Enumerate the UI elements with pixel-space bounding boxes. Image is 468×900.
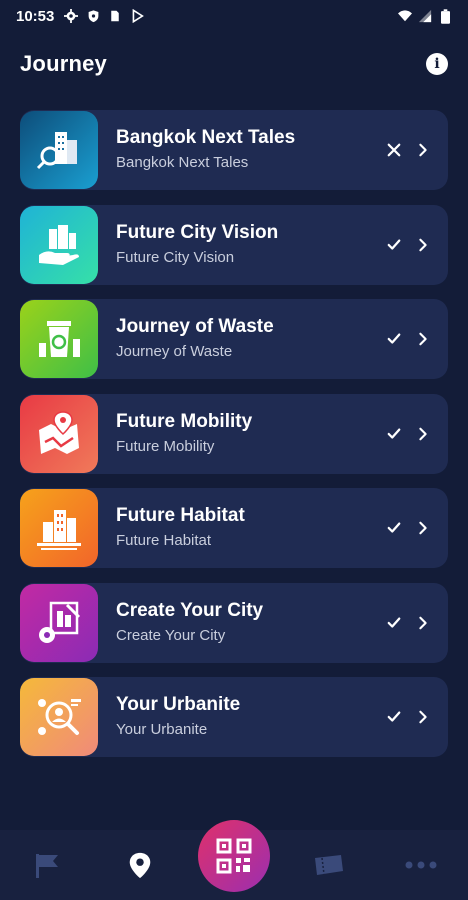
journey-card-bangkok-next-tales[interactable]: Bangkok Next Tales Bangkok Next Tales: [20, 110, 448, 190]
check-icon: [384, 613, 404, 633]
nav-ticket[interactable]: [298, 835, 358, 895]
play-store-icon: [130, 9, 144, 23]
create-your-city-thumbnail: [20, 583, 98, 662]
close-icon: [384, 140, 404, 160]
journey-list: Bangkok Next Tales Bangkok Next Tales Fu…: [20, 110, 448, 772]
journey-subtitle: Future City Vision: [116, 248, 235, 266]
qr-scan-button[interactable]: [198, 820, 270, 892]
journey-subtitle: Future Mobility: [116, 437, 215, 455]
city-gear-icon: [39, 601, 81, 643]
chevron-right-icon: [414, 236, 432, 254]
status-time: 10:53: [16, 7, 55, 25]
check-icon: [384, 424, 404, 444]
journey-card-future-mobility[interactable]: Future Mobility Future Mobility: [20, 393, 448, 474]
check-icon: [384, 707, 404, 727]
recycle-bin-icon: [39, 321, 80, 357]
signal-icon: [418, 9, 432, 23]
journey-subtitle: Create Your City: [116, 626, 226, 644]
journey-title: Future Habitat: [116, 505, 245, 526]
person-search-icon: [38, 699, 81, 735]
journey-title: Create Your City: [116, 599, 264, 621]
more-icon: [405, 861, 437, 869]
ticket-icon: [314, 855, 343, 875]
qr-code-icon: [216, 838, 252, 874]
journey-title: Future City Vision: [116, 221, 279, 243]
journey-of-waste-thumbnail: [20, 300, 98, 378]
hand-city-icon: [39, 224, 79, 265]
nav-more[interactable]: [391, 835, 451, 895]
journey-subtitle: Your Urbanite: [116, 721, 208, 738]
journey-title: Journey of Waste: [116, 316, 274, 337]
status-bar: 10:53: [0, 0, 468, 32]
journey-subtitle: Journey of Waste: [116, 343, 233, 360]
check-icon: [384, 235, 404, 255]
city-search-icon: [36, 132, 77, 170]
sim-icon: [108, 9, 122, 23]
chevron-right-icon: [414, 425, 432, 443]
journey-subtitle: Bangkok Next Tales: [116, 154, 249, 171]
chevron-right-icon: [414, 519, 432, 537]
chevron-right-icon: [414, 141, 432, 159]
wifi-icon: [398, 9, 412, 23]
info-icon[interactable]: i: [426, 53, 448, 75]
journey-card-create-your-city[interactable]: Create Your City Create Your City: [20, 582, 448, 663]
journey-card-future-habitat[interactable]: Future Habitat Future Habitat: [20, 488, 448, 568]
journey-subtitle: Future Habitat: [116, 532, 212, 549]
journey-title: Your Urbanite: [116, 694, 241, 715]
bangkok-next-tales-thumbnail: [20, 111, 98, 189]
check-icon: [384, 518, 404, 538]
future-city-vision-thumbnail: [20, 205, 98, 284]
journey-card-your-urbanite[interactable]: Your Urbanite Your Urbanite: [20, 677, 448, 757]
your-urbanite-thumbnail: [20, 678, 98, 756]
journey-title: Bangkok Next Tales: [116, 127, 296, 148]
chevron-right-icon: [414, 708, 432, 726]
journey-card-journey-of-waste[interactable]: Journey of Waste Journey of Waste: [20, 299, 448, 379]
future-mobility-thumbnail: [20, 394, 98, 473]
future-habitat-thumbnail: [20, 489, 98, 567]
nav-location[interactable]: [110, 835, 170, 895]
map-pin-icon: [39, 410, 79, 454]
buildings-icon: [37, 510, 81, 550]
journey-card-future-city-vision[interactable]: Future City Vision Future City Vision: [20, 204, 448, 285]
check-icon: [384, 329, 404, 349]
page-title: Journey: [20, 51, 107, 76]
flag-icon: [35, 854, 58, 878]
app-header: Journey i: [0, 40, 468, 88]
location-pin-icon: [130, 852, 151, 879]
nav-flag[interactable]: [17, 835, 77, 895]
settings-icon: [64, 9, 79, 23]
journey-title: Future Mobility: [116, 410, 253, 432]
chevron-right-icon: [414, 330, 432, 348]
battery-icon: [438, 8, 452, 24]
chevron-right-icon: [414, 614, 432, 632]
shield-icon: [86, 9, 100, 23]
